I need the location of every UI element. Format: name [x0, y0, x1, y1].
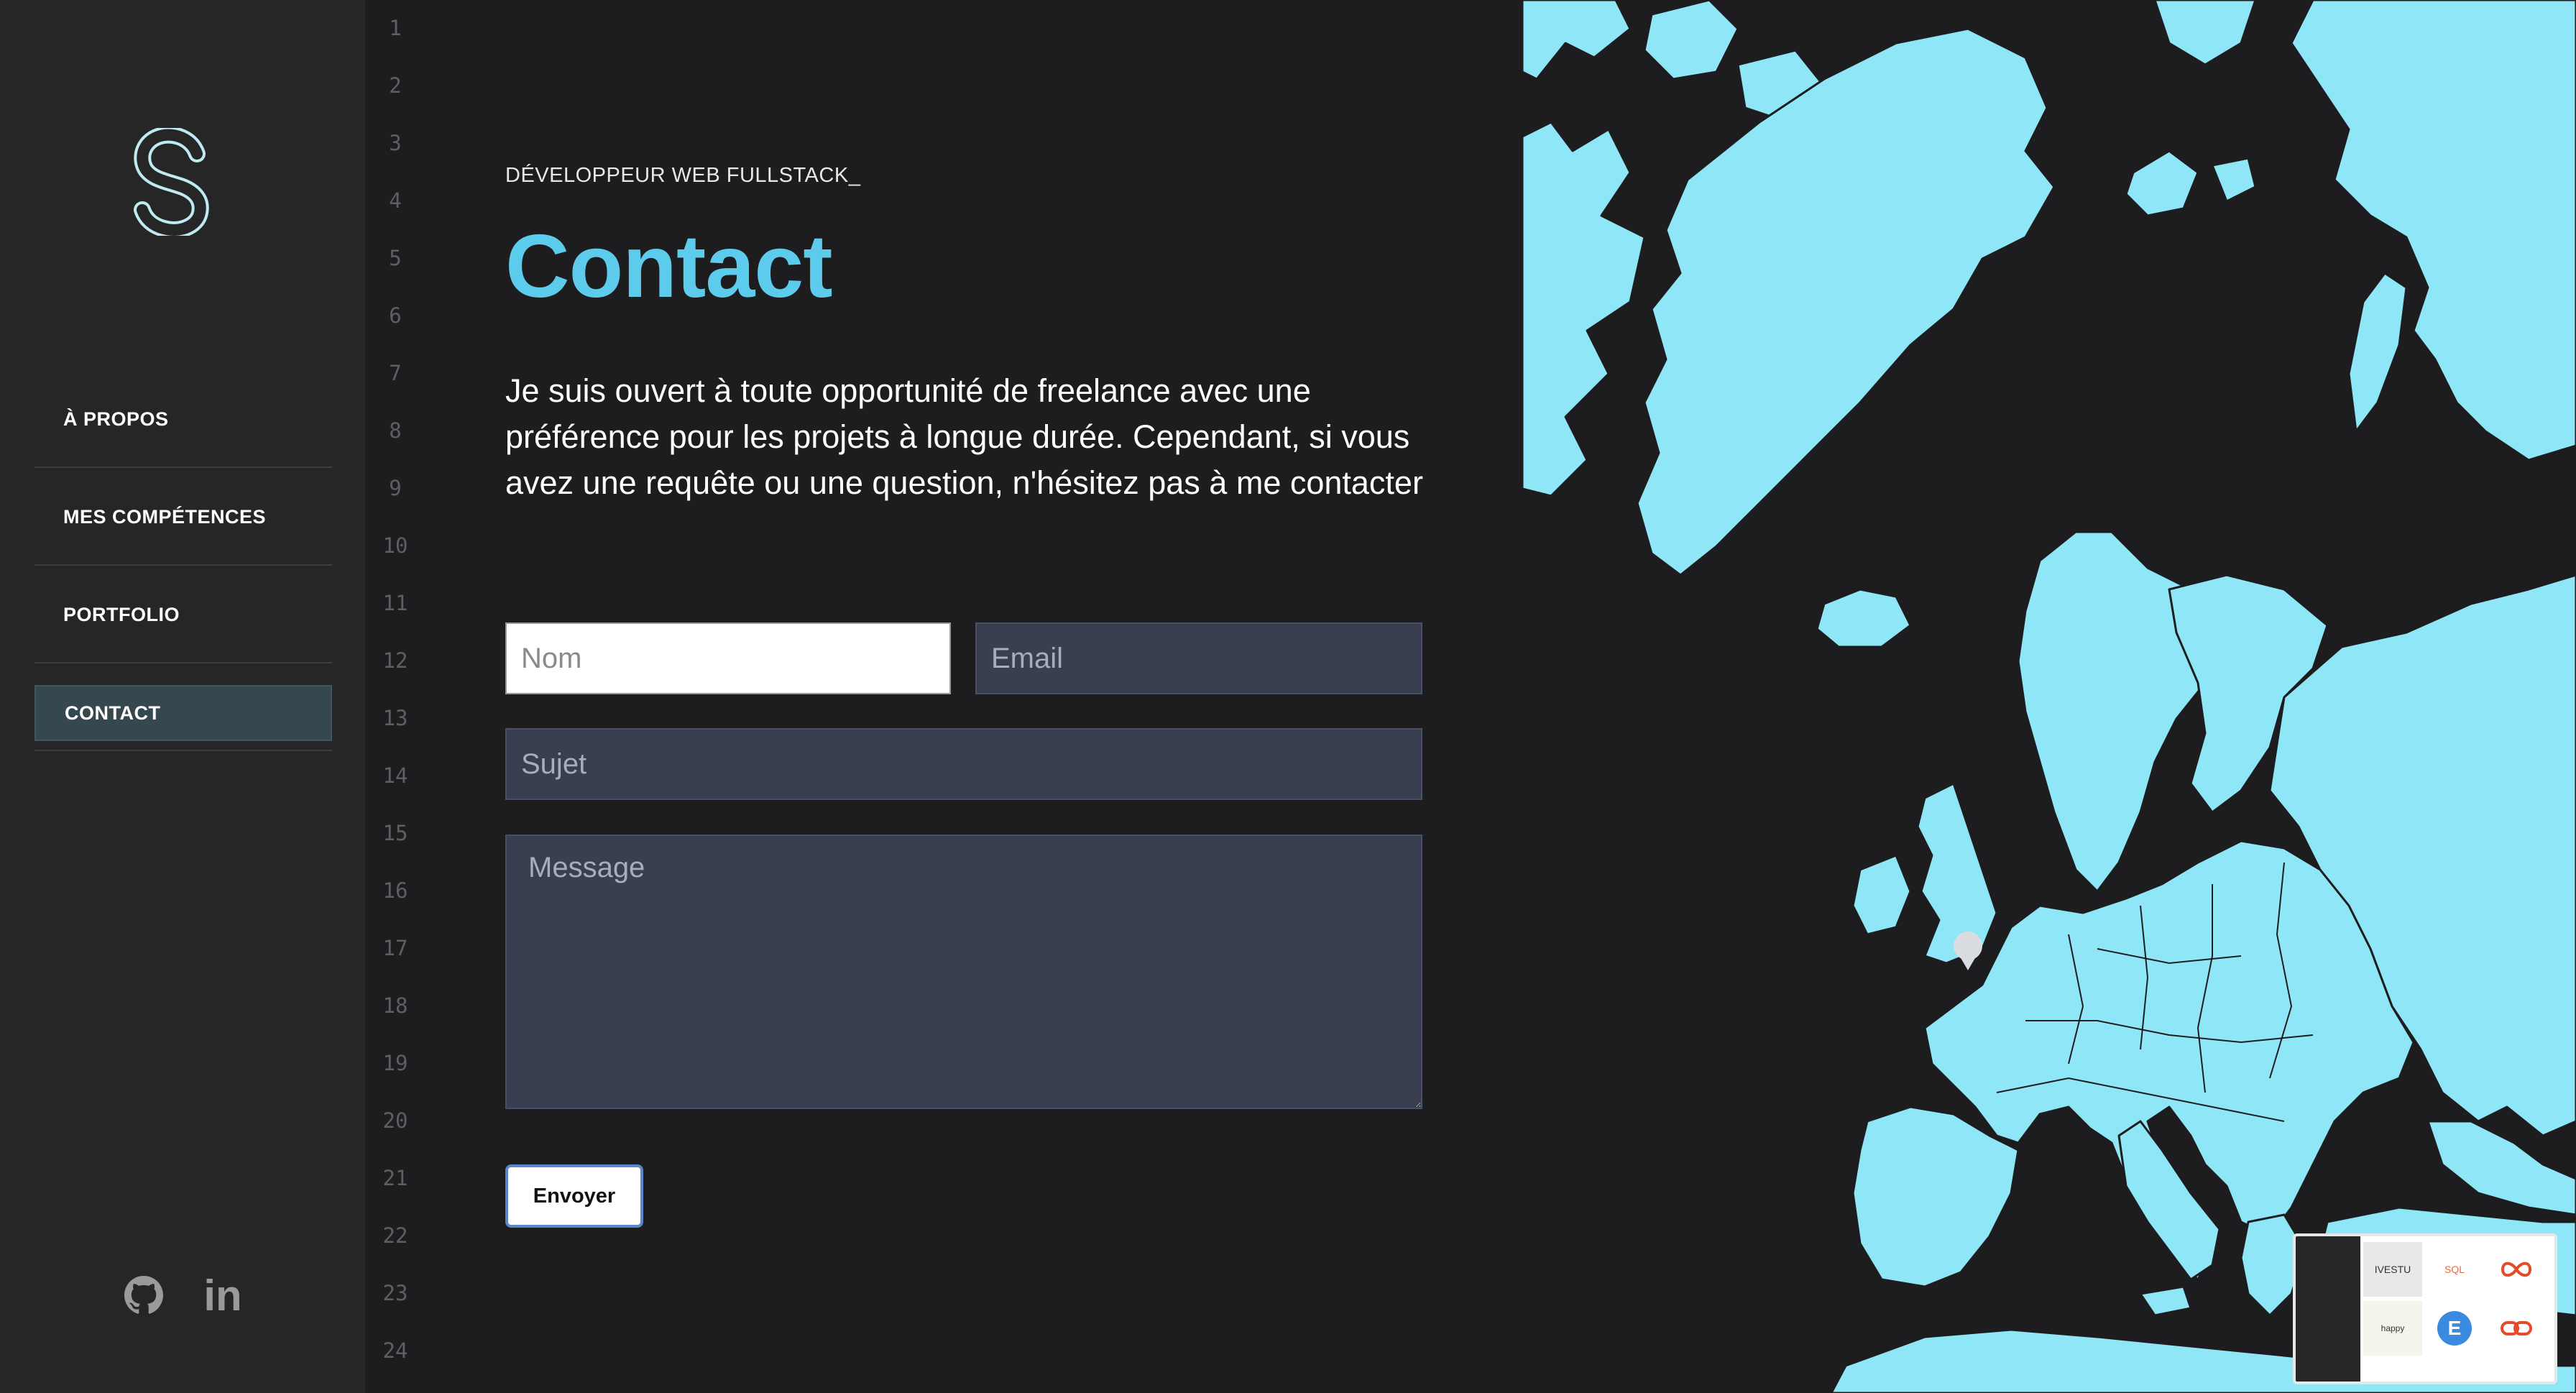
github-icon[interactable] [121, 1272, 167, 1318]
contact-section: DÉVELOPPEUR WEB FULLSTACK_ Contact Je su… [505, 0, 1432, 1393]
logo-icon[interactable] [134, 126, 213, 239]
line-number: 17 [382, 936, 408, 960]
infinity-icon [2487, 1242, 2546, 1297]
line-number: 24 [382, 1338, 408, 1363]
europe-map[interactable] [1522, 0, 2576, 1393]
location-pin-icon [1954, 932, 1982, 970]
line-number-gutter: 1 2 3 4 5 6 7 8 9 10 11 12 13 14 15 16 1… [365, 0, 437, 1393]
thumbnail-tile: IVESTU [2363, 1242, 2422, 1297]
email-field[interactable] [975, 622, 1422, 694]
line-number: 21 [382, 1166, 408, 1190]
line-number: 16 [382, 878, 408, 903]
sidebar: À PROPOS MES COMPÉTENCES PORTFOLIO CONTA… [0, 0, 365, 1393]
nav-item-portfolio[interactable]: PORTFOLIO [34, 566, 332, 663]
nav-item-mes-competences[interactable]: MES COMPÉTENCES [34, 468, 332, 566]
line-number: 18 [382, 993, 408, 1018]
line-number: 14 [382, 763, 408, 788]
line-number: 11 [382, 591, 408, 615]
thumbnail-tile: SQL [2425, 1242, 2484, 1297]
social-links: in [121, 1271, 246, 1320]
submit-button[interactable]: Envoyer [505, 1164, 643, 1228]
nav-item-contact[interactable]: CONTACT [34, 685, 332, 741]
thumbnail-tile: happy [2363, 1301, 2422, 1356]
thumbnail-tile-label: E [2437, 1311, 2472, 1346]
line-number: 15 [382, 821, 408, 845]
line-number: 19 [382, 1051, 408, 1075]
line-number: 6 [389, 303, 402, 328]
line-number: 8 [389, 418, 402, 443]
line-number: 7 [389, 361, 402, 385]
portfolio-thumbnail-preview[interactable]: IVESTU SQL happy E [2293, 1233, 2557, 1384]
linkedin-label: in [203, 1271, 242, 1320]
nav-divider [34, 741, 332, 751]
line-number: 9 [389, 476, 402, 500]
subject-field[interactable] [505, 728, 1422, 800]
line-number: 2 [389, 73, 402, 98]
line-number: 12 [382, 648, 408, 673]
link-icon [2487, 1301, 2546, 1356]
line-number: 23 [382, 1281, 408, 1305]
line-number: 13 [382, 706, 408, 730]
tagline: DÉVELOPPEUR WEB FULLSTACK_ [505, 164, 861, 187]
main-nav: À PROPOS MES COMPÉTENCES PORTFOLIO CONTA… [34, 370, 332, 751]
line-number: 22 [382, 1223, 408, 1248]
line-number: 5 [389, 246, 402, 270]
line-number: 3 [389, 131, 402, 155]
thumbnail-tile: E [2425, 1301, 2484, 1356]
message-field[interactable] [505, 835, 1422, 1109]
name-field[interactable] [505, 622, 951, 694]
line-number: 1 [389, 16, 402, 40]
nav-item-a-propos[interactable]: À PROPOS [34, 370, 332, 468]
line-number: 4 [389, 188, 402, 213]
line-number: 20 [382, 1108, 408, 1133]
page-title: Contact [505, 217, 833, 316]
contact-description: Je suis ouvert à toute opportunité de fr… [505, 372, 1423, 501]
linkedin-icon[interactable]: in [200, 1271, 246, 1320]
line-number: 10 [382, 533, 408, 558]
thumbnail-sidebar [2296, 1236, 2360, 1381]
